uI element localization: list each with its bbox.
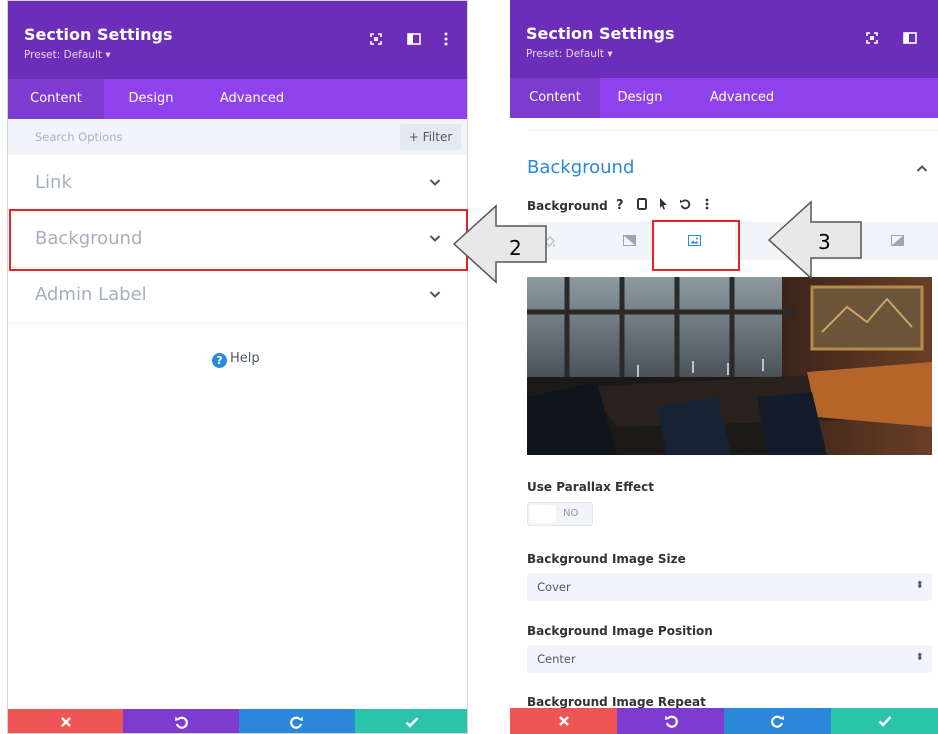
tab-advanced[interactable]: Advanced xyxy=(204,79,300,119)
settings-panel-left: Section Settings Preset: Default ▾ Conte… xyxy=(7,0,468,734)
redo-icon xyxy=(290,716,303,729)
panel-header: Section Settings Preset: Default ▾ xyxy=(510,0,938,78)
tab-design[interactable]: Design xyxy=(112,79,190,119)
select-value: Center xyxy=(537,652,576,666)
close-icon xyxy=(558,716,569,726)
highlight-image-tab xyxy=(652,220,740,271)
action-footer xyxy=(8,709,467,733)
accordion-label: Link xyxy=(35,172,72,193)
image-position-label: Background Image Position xyxy=(527,624,713,638)
tab-bar: Content Design Advanced xyxy=(8,79,467,119)
mobile-icon[interactable] xyxy=(637,198,648,210)
callout-arrow-3-icon xyxy=(767,200,862,280)
callout-arrow-2-icon xyxy=(452,204,547,284)
redo-icon xyxy=(770,715,784,728)
gradient-icon[interactable] xyxy=(623,235,636,246)
chevron-down-icon xyxy=(429,291,441,298)
image-position-select[interactable]: Center ⬍ xyxy=(527,645,932,673)
highlight-background-accordion xyxy=(9,209,468,271)
close-icon xyxy=(60,717,71,727)
field-options: ? xyxy=(616,198,709,213)
callout-label-2: 2 xyxy=(509,236,522,260)
tab-design[interactable]: Design xyxy=(602,78,678,118)
split-view-icon[interactable] xyxy=(406,31,422,47)
undo-button[interactable] xyxy=(123,709,239,733)
more-options-icon[interactable] xyxy=(438,31,454,47)
fullscreen-icon[interactable] xyxy=(368,31,384,47)
parallax-toggle[interactable]: NO xyxy=(527,502,593,526)
panel-header: Section Settings Preset: Default ▾ xyxy=(8,1,467,79)
redo-button[interactable] xyxy=(724,708,831,734)
search-input[interactable]: Search Options xyxy=(35,130,123,144)
check-icon xyxy=(878,716,891,727)
save-button[interactable] xyxy=(831,708,938,734)
image-size-label: Background Image Size xyxy=(527,552,686,566)
divider xyxy=(527,130,938,131)
accordion-link[interactable]: Link xyxy=(8,156,467,212)
section-title: Background xyxy=(527,157,635,178)
reset-icon[interactable] xyxy=(679,198,691,210)
toggle-state: NO xyxy=(563,508,579,519)
more-options-icon[interactable] xyxy=(705,198,709,210)
save-button[interactable] xyxy=(355,709,467,733)
help-icon: ? xyxy=(212,353,227,368)
check-icon xyxy=(405,717,419,728)
hover-icon[interactable] xyxy=(659,198,668,210)
image-repeat-label: Background Image Repeat xyxy=(527,695,706,709)
cancel-button[interactable] xyxy=(8,709,123,733)
callout-label-3: 3 xyxy=(818,230,831,254)
cancel-button[interactable] xyxy=(510,708,617,734)
undo-button[interactable] xyxy=(617,708,724,734)
select-value: Cover xyxy=(537,580,571,594)
preset-dropdown[interactable]: Preset: Default ▾ xyxy=(24,49,111,61)
accordion-admin-label[interactable]: Admin Label xyxy=(8,268,467,324)
settings-panel-right: Section Settings Preset: Default ▾ Conte… xyxy=(510,0,938,734)
undo-icon xyxy=(664,715,678,728)
help-link[interactable]: ? Help xyxy=(212,351,260,368)
select-arrows-icon: ⬍ xyxy=(915,652,924,663)
tab-content[interactable]: Content xyxy=(8,79,104,119)
panel-title: Section Settings xyxy=(526,24,675,43)
split-view-icon[interactable] xyxy=(902,30,918,46)
redo-button[interactable] xyxy=(239,709,355,733)
accordion-label: Admin Label xyxy=(35,284,147,305)
search-bar: Search Options + Filter xyxy=(8,119,467,155)
filter-button[interactable]: + Filter xyxy=(400,124,461,150)
image-size-select[interactable]: Cover ⬍ xyxy=(527,573,932,601)
question-icon[interactable]: ? xyxy=(616,198,624,213)
mask-icon[interactable] xyxy=(891,235,904,246)
tab-advanced[interactable]: Advanced xyxy=(694,78,790,118)
toggle-knob xyxy=(530,505,556,523)
panel-title: Section Settings xyxy=(24,25,173,44)
action-footer xyxy=(510,708,938,734)
tab-bar: Content Design Advanced xyxy=(510,78,938,118)
help-label: Help xyxy=(230,351,260,366)
fullscreen-icon[interactable] xyxy=(864,30,880,46)
parallax-label: Use Parallax Effect xyxy=(527,480,654,494)
undo-icon xyxy=(175,716,188,729)
background-image-preview[interactable] xyxy=(527,277,932,455)
preset-dropdown[interactable]: Preset: Default ▾ xyxy=(526,48,613,60)
chevron-up-icon[interactable] xyxy=(916,164,928,173)
tab-content[interactable]: Content xyxy=(510,78,600,118)
select-arrows-icon: ⬍ xyxy=(915,580,924,591)
chevron-down-icon xyxy=(429,179,441,186)
